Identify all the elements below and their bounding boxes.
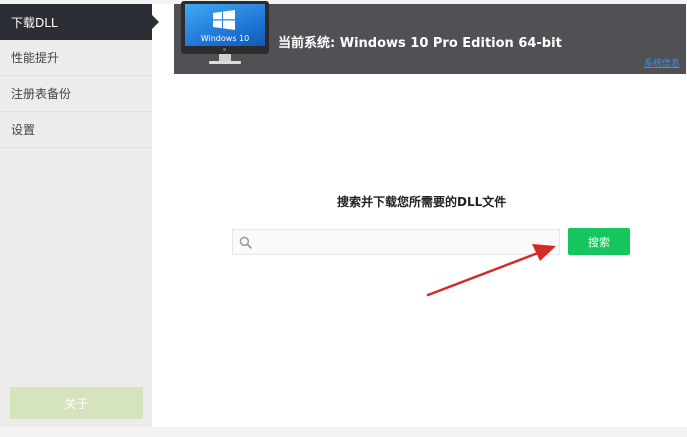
- sidebar-item-registry-backup[interactable]: 注册表备份: [0, 76, 152, 112]
- monitor-illustration: Windows 10: [181, 1, 269, 67]
- current-system-text: 当前系统: Windows 10 Pro Edition 64-bit: [278, 36, 562, 51]
- search-prompt: 搜索并下载您所需要的DLL文件: [337, 195, 507, 209]
- red-arrow-icon: [426, 244, 556, 297]
- system-info-header: Windows 10 当前系统: Windows 10 Pro Edition …: [174, 1, 686, 74]
- monitor-os-label: Windows 10: [200, 34, 250, 43]
- sidebar-item-download-dll[interactable]: 下载DLL: [0, 4, 159, 40]
- monitor-power-dot: [223, 48, 226, 51]
- search-icon: [239, 236, 252, 249]
- monitor-base: [209, 61, 241, 64]
- monitor-neck: [219, 54, 231, 61]
- sidebar: 下载DLL 性能提升 注册表备份 设置 关于: [0, 4, 159, 427]
- sidebar-item-settings[interactable]: 设置: [0, 112, 152, 148]
- monitor-frame: Windows 10: [181, 1, 269, 54]
- search-button[interactable]: 搜索: [568, 228, 630, 255]
- sidebar-item-label: 性能提升: [11, 51, 60, 65]
- system-info-link[interactable]: 系统信息: [644, 56, 680, 69]
- about-button[interactable]: 关于: [10, 387, 143, 419]
- sidebar-item-label: 设置: [11, 123, 36, 137]
- sidebar-item-label: 下载DLL: [11, 15, 58, 30]
- sidebar-item-performance[interactable]: 性能提升: [0, 40, 152, 76]
- monitor-screen: Windows 10: [185, 4, 265, 46]
- sidebar-item-label: 注册表备份: [11, 87, 72, 101]
- window-bottom-edge: [0, 427, 687, 437]
- windows-logo-icon: [213, 10, 235, 30]
